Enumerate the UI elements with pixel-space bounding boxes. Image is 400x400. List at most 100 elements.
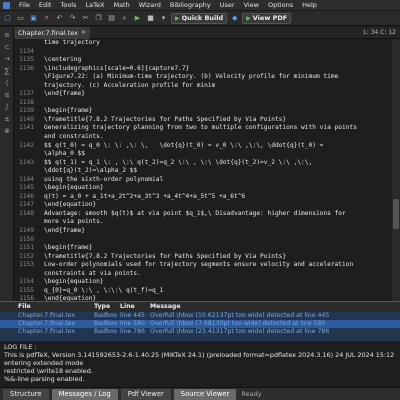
code-line[interactable]: 1135 \centering [14,56,392,65]
menu-help[interactable]: Help [302,1,317,9]
row-message: Overfull \hbox (23.41317pt too wide) det… [150,328,330,335]
code-line[interactable]: 1138 [14,99,392,108]
code-line[interactable]: trajectory. (c) Acceleration profile for… [14,82,392,91]
close-file-icon[interactable]: ✕ [41,13,52,24]
code-line[interactable]: time trajectory [14,39,392,48]
line-number: 1147 [19,201,34,209]
line-number: 1146 [19,192,34,200]
tab-source-viewer[interactable]: Source Viewer [173,388,237,400]
operator-icon[interactable]: ± [2,114,12,123]
dropdown-icon[interactable]: ▾ [158,13,169,24]
code-line[interactable]: 1145 \begin{equation} [14,184,392,193]
side-panel: ≡ ⊂ → ∑ ⟨ α ∫ ± ⊗ [0,27,14,301]
log-line: %&-line parsing enabled. [4,375,85,383]
code-line[interactable]: 1136 \includegraphics[scale=0.6]{capture7… [14,65,392,74]
save-icon[interactable]: ▣ [28,13,39,24]
code-line[interactable]: 1150 [14,236,392,245]
line-number [14,218,38,227]
menu-math[interactable]: Math [113,1,129,9]
header-file: File [18,303,31,310]
symbol-icon[interactable]: ⊗ [2,126,12,135]
code-line[interactable]: 1151 \begin{frame} [14,244,392,253]
tab-chapter-7[interactable]: Chapter.7.final.tex ✕ [14,26,92,39]
menu-wizard[interactable]: Wizard [139,1,161,9]
scrollbar-thumb[interactable] [393,199,399,229]
build-options-icon[interactable]: ◆ [229,13,240,24]
find-icon[interactable]: ⌕ [119,13,130,24]
code-text: Advantage: smooth $q(t)$ at via point $q… [44,209,346,217]
code-line[interactable]: 1134 [14,48,392,57]
table-row[interactable]: Chapter.7.final.tex Badbox line 786 Over… [0,328,400,336]
code-line[interactable]: 1148 Advantage: smooth $q(t)$ at via poin… [14,210,392,219]
code-line[interactable]: \Figure7.22: (a) Minimum-time trajectory… [14,73,392,82]
menu-latex[interactable]: LaTeX [86,1,105,9]
code-text: \alpha_0 $$ [44,150,85,158]
delimiter-icon[interactable]: ⟨ [2,78,12,87]
code-line[interactable]: 1140 \frametitle{7.8.2 Trajectories for P… [14,116,392,125]
code-line[interactable]: and constraints. [14,133,392,142]
code-line[interactable]: \alpha_0 $$ [14,150,392,159]
greek-icon[interactable]: α [2,90,12,99]
code-line[interactable]: 1153 Low-order polynomials used for traje… [14,261,392,270]
paste-icon[interactable]: ▤ [106,13,117,24]
line-number: 1145 [19,184,34,192]
redo-icon[interactable]: ↷ [67,13,78,24]
code-text: \begin{equation} [44,278,104,286]
close-icon[interactable]: ✕ [81,29,86,36]
menu-file[interactable]: File [19,1,30,9]
code-line[interactable]: 1142 $$ q(t_0) = q_0 \: \: ,\: \, \dot{q}… [14,142,392,151]
log-output[interactable]: LOG FILE : This is pdfTeX, Version 3.141… [0,341,400,387]
menu-bibliography[interactable]: Bibliography [170,1,211,9]
view-pdf-label: View PDF [252,14,288,22]
code-line[interactable]: 1149 \end{frame} [14,227,392,236]
math-icon[interactable]: ∫ [2,102,12,111]
tab-structure[interactable]: Structure [3,388,49,400]
code-line[interactable]: more via points. [14,218,392,227]
code-line[interactable]: constraints at via points. [14,270,392,279]
menu-tools[interactable]: Tools [60,1,76,9]
code-line[interactable]: \ddot{q}(t_2)=\alpha_2 $$ [14,167,392,176]
code-text: \end{frame} [44,90,85,98]
run-icon[interactable]: ▶ [132,13,143,24]
relation-icon[interactable]: ⊂ [2,42,12,51]
code-line[interactable]: 1139 \begin{frame} [14,107,392,116]
tab-messages-log[interactable]: Messages / Log [51,388,118,400]
vertical-scrollbar[interactable] [392,39,400,301]
view-pdf-button[interactable]: ▶ View PDF [242,12,292,24]
code-text: \begin{equation} [44,184,104,192]
messages-table: File Type Line Message Chapter.7.final.t… [0,301,400,341]
line-number: 1143 [19,158,34,166]
code-line[interactable]: 1146 q(t) = a_0 + a_1t+a_2t^2+a_3t^3 +a_4… [14,193,392,202]
undo-icon[interactable]: ↶ [54,13,65,24]
code-line[interactable]: 1147 \end{equation} [14,201,392,210]
open-folder-icon[interactable]: ▭ [15,13,26,24]
code-line[interactable]: 1144 using the sixth-order polynomial [14,176,392,185]
misc-icon[interactable]: ∑ [2,66,12,75]
arrow-icon[interactable]: → [2,54,12,63]
cut-icon[interactable]: ✂ [80,13,91,24]
table-row[interactable]: Chapter.7.final.tex Badbox line 580 Over… [0,320,400,328]
cursor-position: L: 34 C: 12 [363,29,400,36]
new-file-icon[interactable]: ▢ [2,13,13,24]
code-line[interactable]: 1152 \frametitle{7.8.2 Trajectories for P… [14,253,392,262]
code-line[interactable]: 1143 $$ q(t_1) = q_1 \: , \:\ q(t_2)=q_2 … [14,159,392,168]
tab-pdf-viewer[interactable]: Pdf Viewer [120,388,171,400]
code-line[interactable]: 1154 \begin{equation} [14,278,392,287]
copy-icon[interactable]: ❐ [93,13,104,24]
code-line[interactable]: 1155 q_{0}=q_0 \:\ , \:\:\ q(t_f)=q_1 [14,287,392,296]
code-editor[interactable]: time trajectory 1134 1135 \centering 1136 \in… [14,39,392,301]
quick-build-button[interactable]: ▶ Quick Build [171,12,228,24]
code-text: using the sixth-order polynomial [44,175,164,183]
code-line[interactable]: 1141 Generalizing trajectory planning fro… [14,124,392,133]
menu-edit[interactable]: Edit [39,1,52,9]
menu-options[interactable]: Options [268,1,293,9]
line-number: 1148 [19,209,34,217]
code-line[interactable]: 1137 \end{frame} [14,90,392,99]
menu-bar: File Edit Tools LaTeX Math Wizard Biblio… [0,0,400,11]
line-number: 1144 [19,175,34,183]
structure-icon[interactable]: ≡ [2,30,12,39]
table-row[interactable]: Chapter.7.final.tex Badbox line 445 Over… [0,312,400,320]
menu-user[interactable]: User [220,1,235,9]
stop-icon[interactable]: ■ [145,13,156,24]
menu-view[interactable]: View [244,1,259,9]
